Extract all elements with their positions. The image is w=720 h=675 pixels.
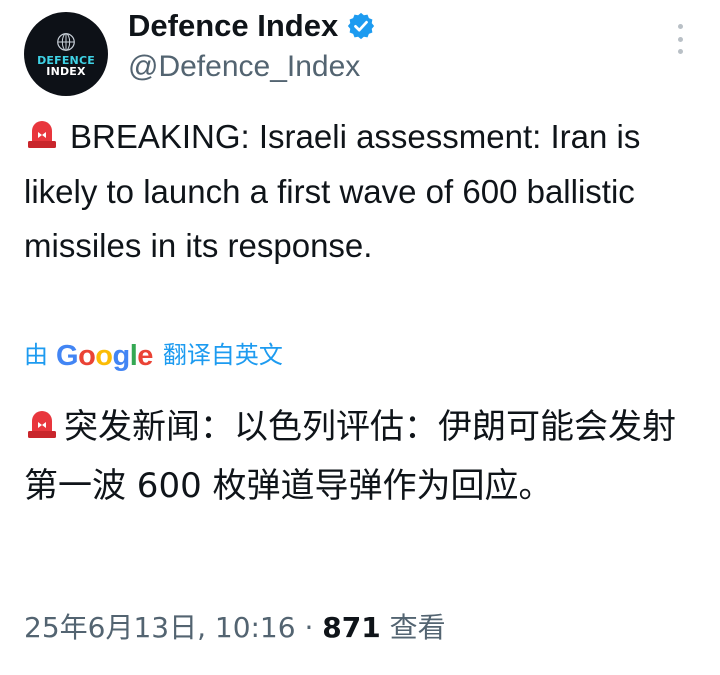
translated-text: 突发新闻：以色列评估：伊朗可能会发射第一波 600 枚弹道导弹作为回应。 — [24, 407, 676, 506]
translated-body: 突发新闻：以色列评估：伊朗可能会发射第一波 600 枚弹道导弹作为回应。 — [24, 398, 704, 516]
more-options-icon[interactable] — [670, 24, 690, 54]
views-count: 871 — [322, 611, 381, 644]
avatar[interactable]: DEFENCE INDEX — [24, 12, 108, 96]
tweet-body: BREAKING: Israeli assessment: Iran is li… — [24, 110, 700, 274]
author-handle[interactable]: @Defence_Index — [128, 48, 360, 86]
verified-badge-icon[interactable] — [346, 11, 376, 41]
tweet: DEFENCE INDEX Defence Index @Defence_Ind… — [0, 0, 720, 675]
avatar-text-bottom: INDEX — [46, 65, 86, 78]
police-siren-icon — [28, 121, 56, 148]
translation-attribution[interactable]: 由 Google 翻译自英文 — [24, 338, 283, 374]
meta-separator: · — [304, 611, 314, 644]
views-label: 查看 — [389, 611, 446, 644]
police-siren-icon — [28, 411, 56, 438]
tweet-text: BREAKING: Israeli assessment: Iran is li… — [24, 118, 641, 264]
author-name-row: Defence Index — [128, 6, 376, 46]
globe-icon — [57, 33, 75, 51]
tweet-meta: 25年6月13日, 10:16 · 871 查看 — [24, 608, 446, 648]
google-logo: Google — [56, 340, 153, 372]
author-display-name[interactable]: Defence Index — [128, 6, 338, 46]
translated-from-label: 翻译自英文 — [162, 342, 283, 369]
timestamp[interactable]: 25年6月13日, 10:16 — [24, 611, 296, 644]
translate-by-label: 由 — [24, 342, 48, 369]
